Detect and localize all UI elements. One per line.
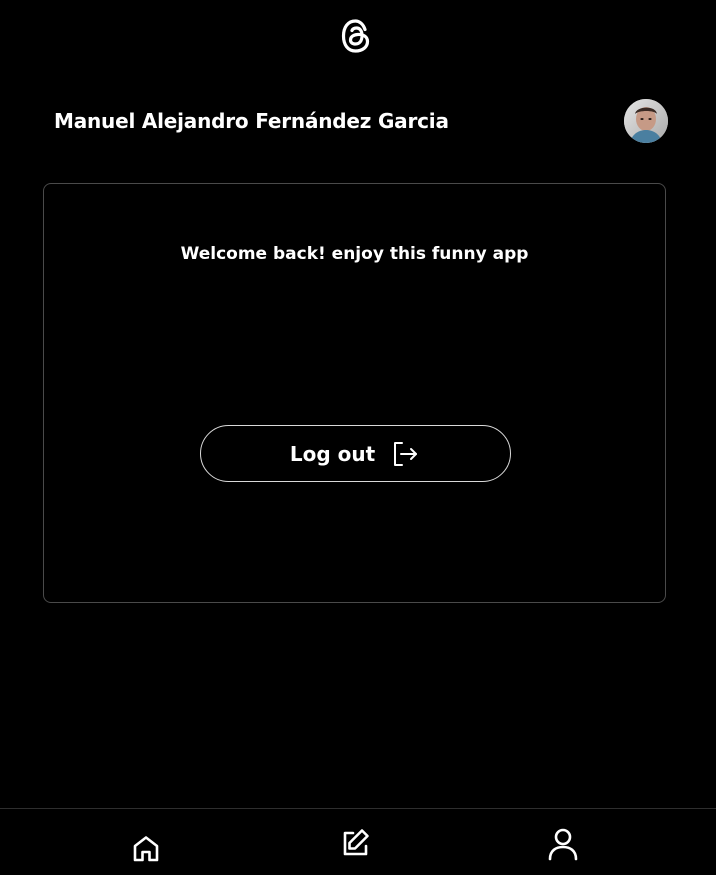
home-icon[interactable]	[128, 831, 164, 867]
welcome-card: Welcome back! enjoy this funny app Log o…	[43, 183, 666, 603]
welcome-message: Welcome back! enjoy this funny app	[180, 244, 529, 264]
avatar[interactable]	[624, 99, 668, 143]
logout-button[interactable]: Log out	[200, 425, 511, 482]
user-name: Manuel Alejandro Fernández Garcia	[54, 109, 449, 133]
threads-logo-icon[interactable]	[336, 16, 376, 56]
logout-icon	[391, 439, 421, 469]
profile-icon[interactable]	[545, 826, 581, 862]
profile-header: Manuel Alejandro Fernández Garcia	[0, 96, 716, 148]
edit-icon[interactable]	[337, 825, 373, 861]
threads-page: Manuel Alejandro Fernández Garcia Welcom…	[0, 0, 716, 875]
bottom-navigation	[0, 808, 716, 875]
logout-label: Log out	[289, 441, 376, 466]
